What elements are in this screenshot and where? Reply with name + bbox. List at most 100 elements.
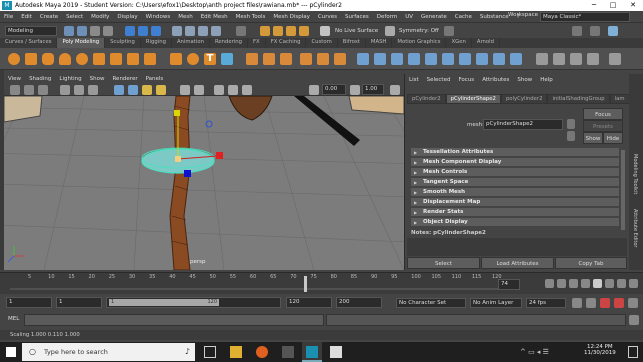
section-mesh-component-display[interactable]: Mesh Component Display (411, 158, 619, 167)
microphone-icon[interactable]: ♪ (185, 343, 190, 361)
tab-rigging[interactable]: Rigging (141, 38, 172, 48)
vp-menu-renderer[interactable]: Renderer (108, 76, 141, 82)
vp-menu-view[interactable]: View (4, 76, 25, 82)
play-back-icon[interactable] (581, 279, 590, 288)
ambient-occlusion-icon[interactable] (214, 85, 224, 95)
poly-plane-icon[interactable] (93, 53, 105, 65)
attribute-editor-toggle-icon[interactable] (608, 26, 618, 36)
smooth-shade-icon[interactable] (128, 85, 138, 95)
playback-start-field[interactable]: 1 (56, 297, 102, 308)
perspective-viewport[interactable]: persp (4, 96, 404, 270)
notes-area[interactable] (407, 238, 627, 256)
fill-hole-icon[interactable] (425, 53, 437, 65)
tab-fx-caching[interactable]: FX Caching (266, 38, 307, 48)
attr-menu-attributes[interactable]: Attributes (478, 77, 513, 83)
playback-end-field[interactable]: 120 (286, 297, 332, 308)
reference-image-left[interactable] (4, 96, 43, 123)
poly-cone-icon[interactable] (59, 53, 71, 65)
taskbar-clock[interactable]: 12:24 PM 11/30/2019 (584, 344, 616, 356)
section-tessellation-attributes[interactable]: Tessellation Attributes (411, 148, 619, 157)
gamma-field[interactable]: 1.00 (362, 84, 384, 95)
attr-menu-focus[interactable]: Focus (454, 77, 478, 83)
merge-vertices-icon[interactable] (459, 53, 471, 65)
playback-preferences-icon[interactable] (628, 298, 638, 308)
script-editor-icon[interactable] (629, 315, 639, 325)
sign-in-icon[interactable] (444, 26, 454, 36)
poly-cylinder-icon[interactable] (42, 53, 54, 65)
tab-bifrost[interactable]: Bifrost (338, 38, 366, 48)
shelf-settings-icon[interactable] (609, 53, 621, 65)
tab-pcylindershape2[interactable]: pCylinderShape2 (445, 94, 501, 104)
maya-taskbar-icon[interactable] (302, 342, 322, 362)
lights-icon[interactable] (156, 85, 166, 95)
menu-curves[interactable]: Curves (314, 14, 341, 20)
poly-disc-icon[interactable] (110, 53, 122, 65)
reference-image-right[interactable] (348, 96, 404, 115)
combine-icon[interactable] (246, 53, 258, 65)
bevel-icon[interactable] (408, 53, 420, 65)
move-manipulator-center[interactable] (175, 156, 181, 162)
channel-box-toggle-icon[interactable] (572, 26, 582, 36)
menu-edit[interactable]: Edit (17, 14, 36, 20)
canopy-mesh[interactable] (228, 96, 273, 121)
tab-poly-modeling[interactable]: Poly Modeling (57, 38, 106, 48)
boolean-union-icon[interactable] (300, 53, 312, 65)
color-management-icon[interactable] (390, 85, 400, 95)
textured-icon[interactable] (142, 85, 152, 95)
tab-curves-surfaces[interactable]: Curves / Surfaces (0, 38, 58, 48)
smooth-icon[interactable] (280, 53, 292, 65)
menu-create[interactable]: Create (36, 14, 62, 20)
film-gate-icon[interactable] (74, 85, 84, 95)
modeling-toolkit-tab[interactable]: Modeling Toolkit (632, 154, 638, 194)
file-explorer-icon[interactable] (230, 346, 242, 358)
tab-motion-graphics[interactable]: Motion Graphics (392, 38, 447, 48)
tab-mash[interactable]: MASH (366, 38, 393, 48)
render-settings-icon[interactable] (286, 26, 296, 36)
attr-menu-list[interactable]: List (405, 77, 423, 83)
time-slider-playhead[interactable] (304, 276, 307, 292)
boolean-intersection-icon[interactable] (334, 53, 346, 65)
section-object-display[interactable]: Object Display (411, 218, 619, 227)
depth-of-field-icon[interactable] (242, 85, 252, 95)
bridge-icon[interactable] (391, 53, 403, 65)
section-mesh-controls[interactable]: Mesh Controls (411, 168, 619, 177)
select-output-icon[interactable] (567, 131, 575, 141)
windows-start-icon[interactable] (6, 347, 16, 357)
loop-icon[interactable] (572, 298, 582, 308)
poly-cube-icon[interactable] (25, 53, 37, 65)
uv-editor-icon[interactable] (553, 53, 565, 65)
snap-curve-icon[interactable] (185, 26, 195, 36)
separate-icon[interactable] (263, 53, 275, 65)
append-polygon-icon[interactable] (442, 53, 454, 65)
fps-select[interactable]: 24 fps (526, 298, 566, 308)
section-render-stats[interactable]: Render Stats (411, 208, 619, 217)
hypershade-icon[interactable] (299, 26, 309, 36)
select-button[interactable]: Select (407, 257, 480, 269)
select-by-component-icon[interactable] (151, 26, 161, 36)
ipr-render-icon[interactable] (273, 26, 283, 36)
step-back-key-icon[interactable] (557, 279, 566, 288)
select-by-hierarchy-icon[interactable] (125, 26, 135, 36)
go-to-start-icon[interactable] (545, 279, 554, 288)
mirror-icon[interactable] (357, 53, 369, 65)
record-icon[interactable] (600, 298, 610, 308)
scene-start-field[interactable]: 1 (6, 297, 52, 308)
attr-menu-show[interactable]: Show (513, 77, 536, 83)
poly-torus-icon[interactable] (76, 53, 88, 65)
snap-point-icon[interactable] (198, 26, 208, 36)
step-back-frame-icon[interactable] (569, 279, 578, 288)
firefox-icon[interactable] (256, 346, 268, 358)
isolate-select-icon[interactable] (194, 85, 204, 95)
photos-icon[interactable] (330, 346, 342, 358)
menu-modify[interactable]: Modify (87, 14, 113, 20)
notifications-icon[interactable] (628, 346, 638, 358)
tab-arnold[interactable]: Arnold (472, 38, 500, 48)
mode-select[interactable]: Modeling (5, 26, 57, 36)
focus-button[interactable]: Focus (583, 108, 623, 120)
tab-fx[interactable]: FX (248, 38, 266, 48)
step-forward-key-icon[interactable] (617, 279, 626, 288)
automatic-map-icon[interactable] (587, 53, 599, 65)
trunk-mesh[interactable] (169, 96, 191, 270)
current-frame-field[interactable]: 74 (498, 279, 520, 290)
tab-pcylinder2[interactable]: pCylinder2 (407, 94, 446, 104)
